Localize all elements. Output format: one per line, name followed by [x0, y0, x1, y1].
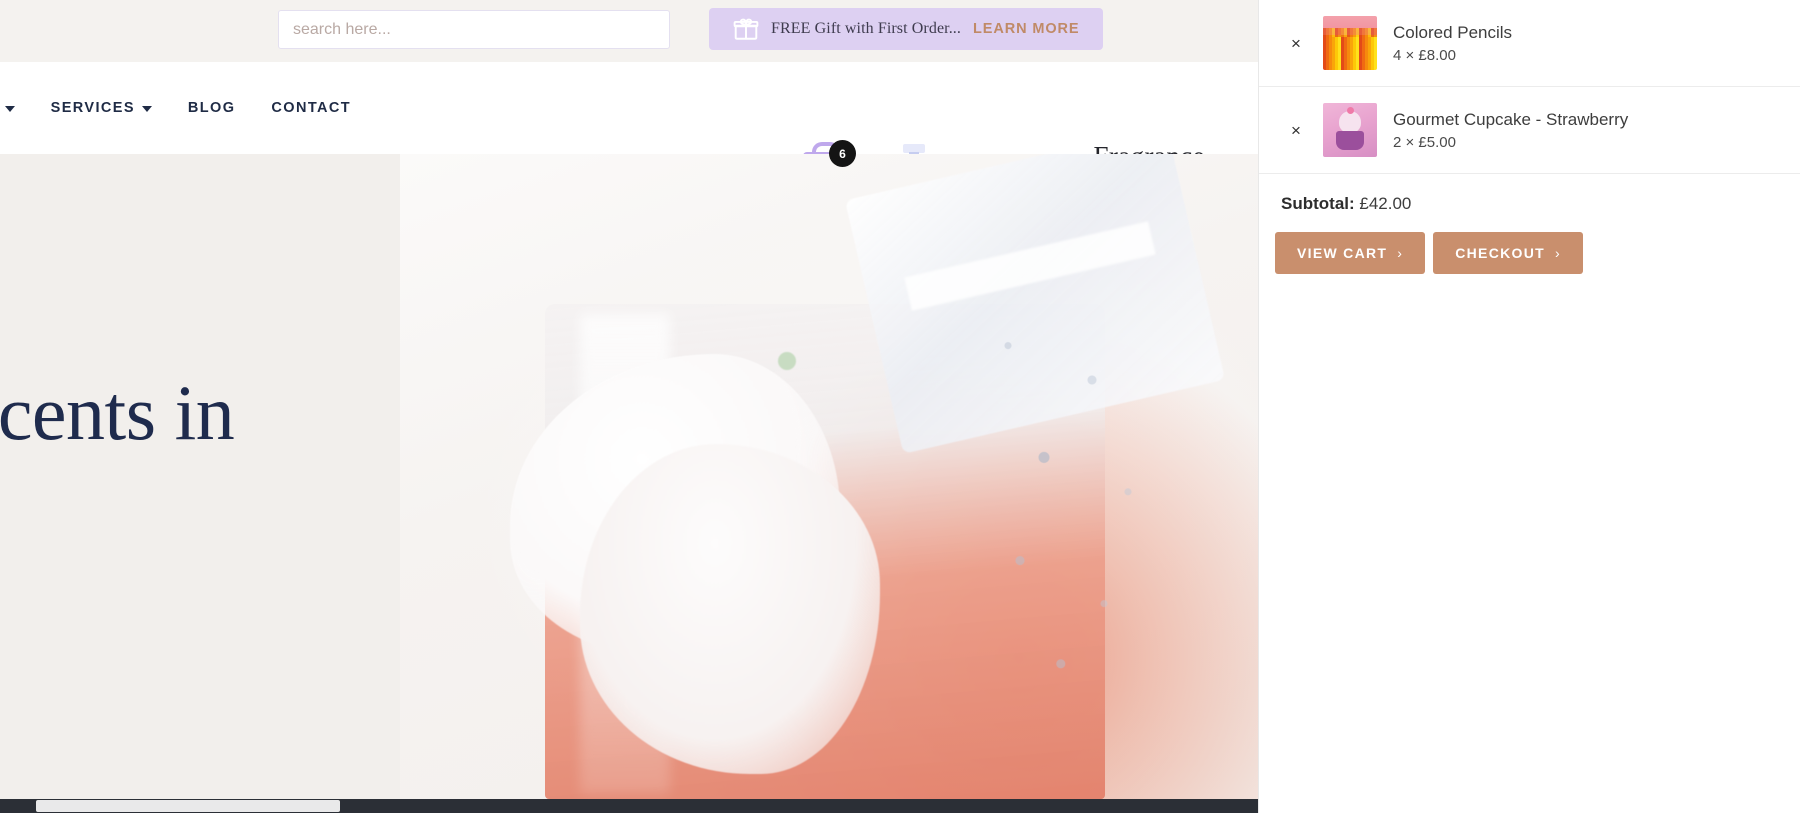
cart-item-quantity-price: 2 × £5.00	[1393, 134, 1456, 152]
cart-item-name[interactable]: Gourmet Cupcake - Strawberry	[1393, 109, 1778, 131]
utility-topbar: FREE Gift with First Order... LEARN MORE	[0, 0, 1258, 62]
promo-banner[interactable]: FREE Gift with First Order... LEARN MORE	[709, 8, 1103, 50]
cart-item-info: Gourmet Cupcake - Strawberry 2 × £5.00	[1393, 109, 1778, 151]
cart-item: × Gourmet Cupcake - Strawberry 2 × £5.00	[1259, 87, 1800, 174]
checkout-label: CHECKOUT	[1455, 245, 1545, 261]
hero-flower-stem	[778, 352, 796, 370]
remove-item-button[interactable]: ×	[1287, 121, 1305, 139]
page-root: FREE Gift with First Order... LEARN MORE…	[0, 0, 1800, 813]
hero-title-line-2: oom	[0, 453, 476, 533]
cupcake-cherry	[1347, 107, 1354, 114]
cart-subtotal-value: £42.00	[1359, 194, 1412, 213]
gift-icon	[733, 16, 759, 42]
nav-label-contact: CONTACT	[271, 100, 352, 116]
cart-item: × Colored Pencils 4 × £8.00	[1259, 0, 1800, 87]
cart-item-info: Colored Pencils 4 × £8.00	[1393, 22, 1778, 64]
view-cart-label: VIEW CART	[1297, 245, 1388, 261]
hero-title-line-1: mmer Scents in	[0, 369, 235, 456]
nav-item-services[interactable]: SERVICES	[51, 100, 152, 116]
cart-item-quantity-price: 4 × £8.00	[1393, 47, 1456, 65]
main-navigation: HOP SERVICES BLOG CONTACT	[0, 62, 351, 154]
horizontal-scrollbar-thumb[interactable]	[36, 800, 340, 812]
hero-content: NE mmer Scents in oom ONLINE ›	[0, 154, 476, 641]
remove-item-button[interactable]: ×	[1287, 34, 1305, 52]
cart-item-thumbnail[interactable]	[1323, 16, 1377, 70]
cart-item-thumbnail[interactable]	[1323, 103, 1377, 157]
chevron-down-icon	[141, 106, 152, 112]
horizontal-scrollbar[interactable]	[0, 799, 1258, 813]
nav-item-shop[interactable]: HOP	[0, 100, 15, 116]
site-header: HOP SERVICES BLOG CONTACT 6	[0, 62, 1258, 206]
search-box[interactable]	[278, 10, 670, 49]
search-input[interactable]	[293, 20, 655, 39]
hero-eyebrow: NE	[0, 334, 476, 349]
mini-cart-panel: × Colored Pencils 4 × £8.00 × Gourmet Cu…	[1258, 0, 1800, 813]
nav-item-contact[interactable]: CONTACT	[271, 100, 351, 116]
chevron-right-icon: ›	[1397, 245, 1404, 261]
view-cart-button[interactable]: VIEW CART ›	[1275, 232, 1426, 274]
cupcake-frosting	[1339, 111, 1361, 133]
cart-subtotal: Subtotal: £42.00	[1259, 174, 1800, 214]
hero-water-droplets	[960, 294, 1200, 724]
hero-background-image	[400, 154, 1258, 799]
cart-item-name[interactable]: Colored Pencils	[1393, 22, 1778, 44]
hero-section: NE mmer Scents in oom ONLINE ›	[0, 154, 1258, 799]
hero-title: mmer Scents in oom	[0, 373, 476, 532]
cart-subtotal-label: Subtotal:	[1281, 194, 1355, 213]
chevron-right-icon: ›	[1554, 245, 1561, 261]
cart-count-badge: 6	[829, 140, 856, 167]
checkout-button[interactable]: CHECKOUT ›	[1433, 232, 1583, 274]
hero-flower-petal-b	[580, 444, 880, 774]
chevron-down-icon	[4, 106, 15, 112]
promo-text: FREE Gift with First Order...	[771, 20, 962, 37]
nav-label-blog: BLOG	[187, 100, 236, 116]
cart-actions: VIEW CART › CHECKOUT ›	[1259, 214, 1800, 274]
nav-label-services: SERVICES	[50, 100, 135, 116]
cupcake-base	[1336, 131, 1364, 150]
website-viewport: FREE Gift with First Order... LEARN MORE…	[0, 0, 1258, 813]
nav-item-blog[interactable]: BLOG	[188, 100, 236, 116]
promo-learn-more-link[interactable]: LEARN MORE	[973, 21, 1079, 37]
